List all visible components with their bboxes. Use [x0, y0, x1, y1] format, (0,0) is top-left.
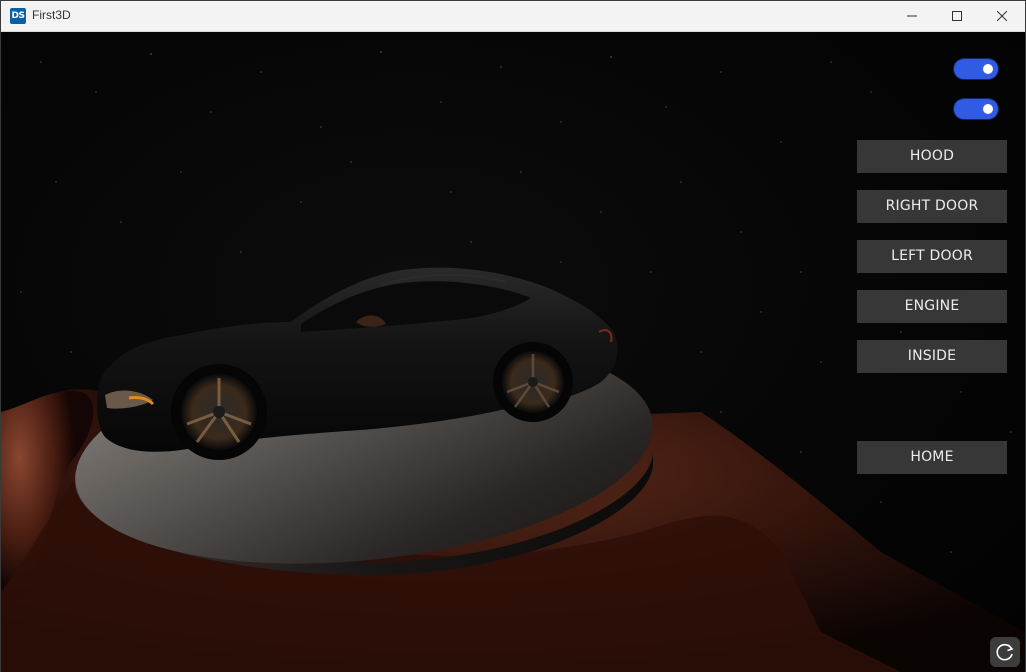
- maximize-icon: [952, 11, 962, 21]
- home-button[interactable]: HOME: [857, 441, 1007, 474]
- close-button[interactable]: [979, 1, 1025, 31]
- minimize-button[interactable]: [889, 1, 935, 31]
- window-title: First3D: [32, 8, 71, 22]
- app-logo: DS: [10, 8, 26, 24]
- app-window: DS First3D HOOD RIGHT DOOR LEFT DOOR ENG…: [0, 0, 1026, 672]
- maximize-button[interactable]: [934, 1, 980, 31]
- left-door-button[interactable]: LEFT DOOR: [857, 240, 1007, 273]
- right-door-button[interactable]: RIGHT DOOR: [857, 190, 1007, 223]
- title-bar[interactable]: DS First3D: [1, 1, 1025, 32]
- inside-button[interactable]: INSIDE: [857, 340, 1007, 373]
- engine-button[interactable]: ENGINE: [857, 290, 1007, 323]
- refresh-button[interactable]: [990, 637, 1020, 667]
- toggle-switch-1[interactable]: [954, 59, 998, 79]
- toggle-knob: [983, 104, 993, 114]
- refresh-icon: [996, 643, 1014, 661]
- 3d-viewport[interactable]: HOOD RIGHT DOOR LEFT DOOR ENGINE INSIDE …: [1, 32, 1025, 672]
- hood-button[interactable]: HOOD: [857, 140, 1007, 173]
- toggle-switch-2[interactable]: [954, 99, 998, 119]
- toggle-knob: [983, 64, 993, 74]
- close-icon: [997, 11, 1007, 21]
- minimize-icon: [907, 15, 917, 17]
